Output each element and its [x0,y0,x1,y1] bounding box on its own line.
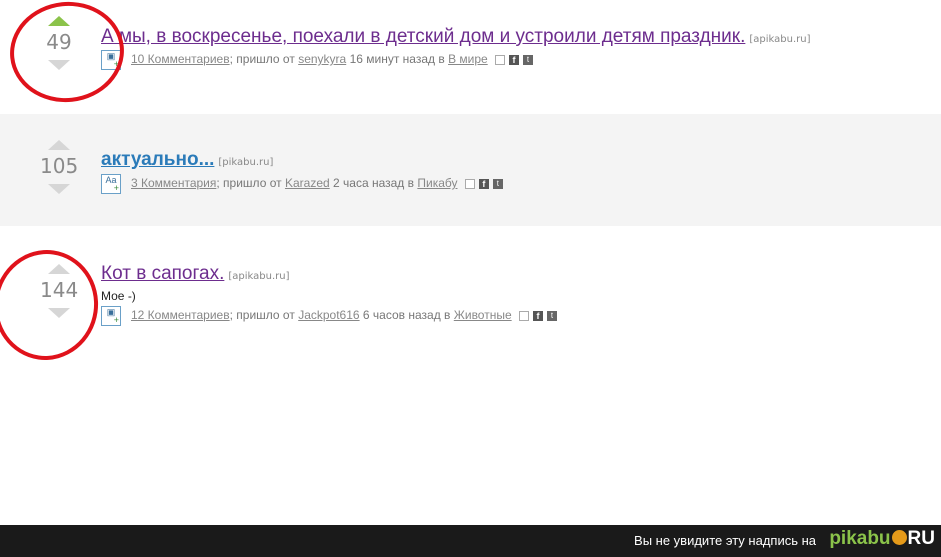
image-type-icon: ▣ + [101,306,121,326]
post-title-row: А мы, в воскресенье, поехали в детский д… [101,26,810,48]
post-score: 49 [46,30,72,54]
vote-box: 49 [40,16,78,70]
save-icon[interactable] [518,311,529,321]
facebook-icon[interactable]: f [509,55,520,65]
author-link[interactable]: senykyra [298,52,346,66]
footer-bar: Вы не увидите эту надпись на pikabu RU [0,525,941,557]
upvote-arrow-icon[interactable] [48,16,70,26]
post-item: 144 Кот в сапогах. [apikabu.ru] Мое -) ▣ +… [0,230,941,350]
upvote-arrow-icon[interactable] [48,264,70,274]
twitter-icon[interactable]: t [546,311,557,321]
downvote-arrow-icon[interactable] [48,60,70,70]
vote-box: 105 [40,140,78,194]
facebook-icon[interactable]: f [532,311,543,321]
comments-link[interactable]: 10 Комментариев [131,52,230,66]
author-link[interactable]: Jackpot616 [298,308,359,322]
downvote-arrow-icon[interactable] [48,308,70,318]
save-icon[interactable] [464,179,475,189]
post-source: [apikabu.ru] [749,34,811,45]
footer-text: Вы не увидите эту надпись на [634,533,816,548]
post-score: 105 [40,154,79,178]
category-link[interactable]: В мире [448,52,488,66]
post-item: 105 актуально... [pikabu.ru] Aa + 3 Коммент… [0,114,941,226]
pikabu-logo[interactable]: pikabu RU [829,528,935,550]
post-title-row: Кот в сапогах. [apikabu.ru] [101,263,289,285]
post-title-link[interactable]: Кот в сапогах. [101,263,224,284]
post-item: 49 А мы, в воскресенье, поехали в детски… [0,0,941,110]
post-title-link[interactable]: А мы, в воскресенье, поехали в детский д… [101,26,745,47]
post-source: [apikabu.ru] [228,271,290,282]
post-meta: Aa +3 Комментария; пришло от Karazed 2 ча… [101,174,503,194]
text-type-icon: Aa + [101,174,121,194]
save-icon[interactable] [495,55,506,65]
post-title-link[interactable]: актуально... [101,149,214,170]
comments-link[interactable]: 3 Комментария [131,176,216,190]
vote-box: 144 [40,264,78,318]
downvote-arrow-icon[interactable] [48,184,70,194]
author-link[interactable]: Karazed [285,176,330,190]
post-meta: ▣ +12 Комментариев; пришло от Jackpot616 … [101,306,557,326]
post-title-row: актуально... [pikabu.ru] [101,149,273,171]
upvote-arrow-icon[interactable] [48,140,70,150]
twitter-icon[interactable]: t [492,179,503,189]
post-meta: ▣ +10 Комментариев; пришло от senykyra 16… [101,50,534,70]
facebook-icon[interactable]: f [478,179,489,189]
post-excerpt: Мое -) [101,289,136,303]
image-type-icon: ▣ + [101,50,121,70]
category-link[interactable]: Животные [454,308,512,322]
category-link[interactable]: Пикабу [417,176,457,190]
comments-link[interactable]: 12 Комментариев [131,308,230,322]
logo-ball-icon [891,530,907,545]
twitter-icon[interactable]: t [523,55,534,65]
post-source: [pikabu.ru] [218,157,274,168]
post-score: 144 [40,278,79,302]
